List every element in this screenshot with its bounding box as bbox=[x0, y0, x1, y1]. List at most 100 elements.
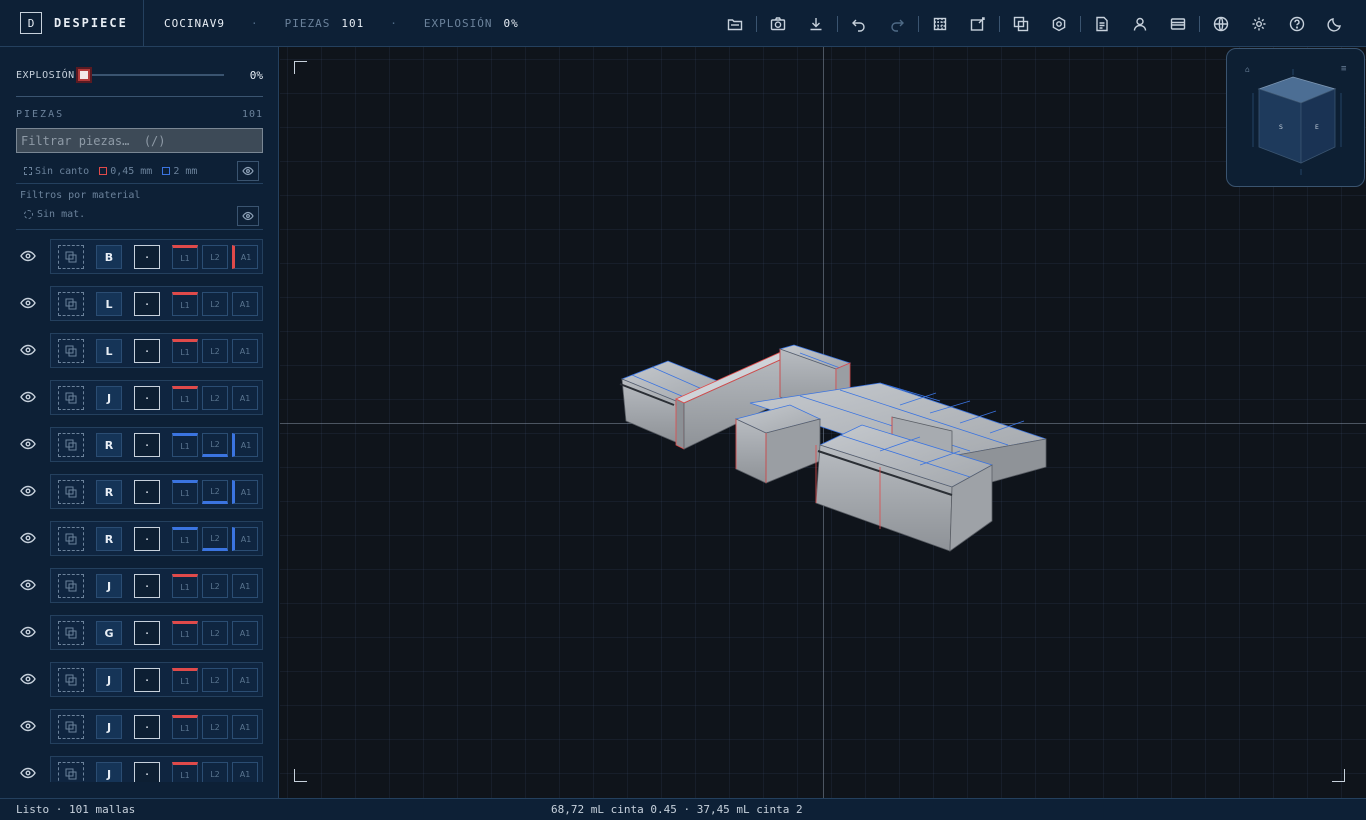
folder-open-icon[interactable] bbox=[716, 0, 754, 47]
piece-mark-button[interactable]: · bbox=[134, 574, 160, 598]
edge-a1-toggle[interactable]: A1 bbox=[232, 668, 258, 692]
redo-icon[interactable] bbox=[878, 0, 916, 47]
eye-icon[interactable] bbox=[20, 341, 44, 359]
piece-card[interactable]: R · L1 L2 A1 bbox=[50, 427, 263, 462]
edit-sheet-icon[interactable] bbox=[959, 0, 997, 47]
edge-a1-toggle[interactable]: A1 bbox=[232, 527, 258, 551]
piece-mark-button[interactable]: · bbox=[134, 527, 160, 551]
piece-letter[interactable]: B bbox=[96, 245, 122, 269]
download-icon[interactable] bbox=[797, 0, 835, 47]
eye-icon[interactable] bbox=[20, 247, 44, 265]
piece-letter[interactable]: L bbox=[96, 339, 122, 363]
piece-card[interactable]: L · L1 L2 A1 bbox=[50, 286, 263, 321]
filter-pieces-input[interactable] bbox=[16, 128, 263, 153]
piece-letter[interactable]: R bbox=[96, 527, 122, 551]
piece-letter[interactable]: G bbox=[96, 621, 122, 645]
edge-l1-toggle[interactable]: L1 bbox=[172, 574, 198, 598]
piece-row[interactable]: G · L1 L2 A1 bbox=[16, 613, 263, 660]
eye-icon[interactable] bbox=[20, 529, 44, 547]
piece-letter[interactable]: J bbox=[96, 762, 122, 782]
piece-mark-button[interactable]: · bbox=[134, 668, 160, 692]
piece-card[interactable]: J · L1 L2 A1 bbox=[50, 709, 263, 744]
piece-letter[interactable]: J bbox=[96, 715, 122, 739]
explosion-slider-thumb[interactable] bbox=[78, 69, 90, 81]
edge-a1-toggle[interactable]: A1 bbox=[232, 339, 258, 363]
cube-menu-icon[interactable]: ≡ bbox=[1341, 64, 1346, 74]
grid-box-icon[interactable] bbox=[921, 0, 959, 47]
gear-icon[interactable] bbox=[1240, 0, 1278, 47]
material-filter-none[interactable]: Sin mat. bbox=[24, 209, 85, 220]
piece-mark-button[interactable]: · bbox=[134, 386, 160, 410]
piece-card[interactable]: J · L1 L2 A1 bbox=[50, 568, 263, 603]
edge-l2-toggle[interactable]: L2 bbox=[202, 339, 228, 363]
piece-row[interactable]: R · L1 L2 A1 bbox=[16, 425, 263, 472]
edge-l2-toggle[interactable]: L2 bbox=[202, 527, 228, 551]
piece-row[interactable]: R · L1 L2 A1 bbox=[16, 519, 263, 566]
edge-a1-toggle[interactable]: A1 bbox=[232, 762, 258, 782]
eye-icon[interactable] bbox=[20, 717, 44, 735]
3d-viewport[interactable]: ⌂ ≡ S E bbox=[280, 47, 1366, 798]
edge-a1-toggle[interactable]: A1 bbox=[232, 292, 258, 316]
piece-letter[interactable]: J bbox=[96, 668, 122, 692]
piece-mark-button[interactable]: · bbox=[134, 245, 160, 269]
help-icon[interactable] bbox=[1278, 0, 1316, 47]
swap-material-icon[interactable] bbox=[58, 527, 84, 551]
eye-icon[interactable] bbox=[20, 294, 44, 312]
piece-row[interactable]: J · L1 L2 A1 bbox=[16, 378, 263, 425]
swap-material-icon[interactable] bbox=[58, 621, 84, 645]
edge-l1-toggle[interactable]: L1 bbox=[172, 245, 198, 269]
piece-card[interactable]: L · L1 L2 A1 bbox=[50, 333, 263, 368]
swap-material-icon[interactable] bbox=[58, 339, 84, 363]
piece-letter[interactable]: L bbox=[96, 292, 122, 316]
eye-icon[interactable] bbox=[20, 435, 44, 453]
edge-a1-toggle[interactable]: A1 bbox=[232, 480, 258, 504]
piece-row[interactable]: J · L1 L2 A1 bbox=[16, 707, 263, 754]
edge-l2-toggle[interactable]: L2 bbox=[202, 386, 228, 410]
edge-l2-toggle[interactable]: L2 bbox=[202, 245, 228, 269]
eye-icon[interactable] bbox=[20, 576, 44, 594]
piece-card[interactable]: J · L1 L2 A1 bbox=[50, 662, 263, 697]
piece-mark-button[interactable]: · bbox=[134, 433, 160, 457]
eye-icon[interactable] bbox=[20, 764, 44, 782]
swap-material-icon[interactable] bbox=[58, 762, 84, 782]
edge-l2-toggle[interactable]: L2 bbox=[202, 433, 228, 457]
edge-l1-toggle[interactable]: L1 bbox=[172, 621, 198, 645]
navigation-cube-panel[interactable]: ⌂ ≡ S E bbox=[1226, 48, 1365, 187]
edge-l1-toggle[interactable]: L1 bbox=[172, 527, 198, 551]
piece-card[interactable]: J · L1 L2 A1 bbox=[50, 380, 263, 415]
edge-l2-toggle[interactable]: L2 bbox=[202, 574, 228, 598]
layers-icon[interactable] bbox=[1002, 0, 1040, 47]
edge-l1-toggle[interactable]: L1 bbox=[172, 668, 198, 692]
piece-letter[interactable]: R bbox=[96, 433, 122, 457]
piece-card[interactable]: R · L1 L2 A1 bbox=[50, 521, 263, 556]
edge-l2-toggle[interactable]: L2 bbox=[202, 668, 228, 692]
piece-mark-button[interactable]: · bbox=[134, 480, 160, 504]
edge-visibility-toggle[interactable] bbox=[237, 161, 259, 181]
piece-card[interactable]: J · L1 L2 A1 bbox=[50, 756, 263, 782]
legend-thick-edge[interactable]: 2 mm bbox=[162, 166, 197, 177]
edge-l1-toggle[interactable]: L1 bbox=[172, 433, 198, 457]
piece-row[interactable]: L · L1 L2 A1 bbox=[16, 331, 263, 378]
swap-material-icon[interactable] bbox=[58, 433, 84, 457]
eye-icon[interactable] bbox=[20, 388, 44, 406]
legend-no-edge[interactable]: Sin canto bbox=[24, 166, 89, 177]
piece-card[interactable]: B · L1 L2 A1 bbox=[50, 239, 263, 274]
edge-l2-toggle[interactable]: L2 bbox=[202, 292, 228, 316]
edge-l2-toggle[interactable]: L2 bbox=[202, 762, 228, 782]
edge-l2-toggle[interactable]: L2 bbox=[202, 715, 228, 739]
edge-l1-toggle[interactable]: L1 bbox=[172, 762, 198, 782]
piece-row[interactable]: B · L1 L2 A1 bbox=[16, 237, 263, 284]
kitchen-3d-model[interactable] bbox=[280, 47, 1366, 798]
edge-a1-toggle[interactable]: A1 bbox=[232, 574, 258, 598]
edge-l1-toggle[interactable]: L1 bbox=[172, 715, 198, 739]
edge-l1-toggle[interactable]: L1 bbox=[172, 339, 198, 363]
piece-card[interactable]: R · L1 L2 A1 bbox=[50, 474, 263, 509]
document-icon[interactable] bbox=[1083, 0, 1121, 47]
moon-icon[interactable] bbox=[1316, 0, 1354, 47]
edge-l2-toggle[interactable]: L2 bbox=[202, 480, 228, 504]
piece-row[interactable]: J · L1 L2 A1 bbox=[16, 660, 263, 707]
swap-material-icon[interactable] bbox=[58, 386, 84, 410]
piece-row[interactable]: R · L1 L2 A1 bbox=[16, 472, 263, 519]
swap-material-icon[interactable] bbox=[58, 574, 84, 598]
piece-row[interactable]: L · L1 L2 A1 bbox=[16, 284, 263, 331]
